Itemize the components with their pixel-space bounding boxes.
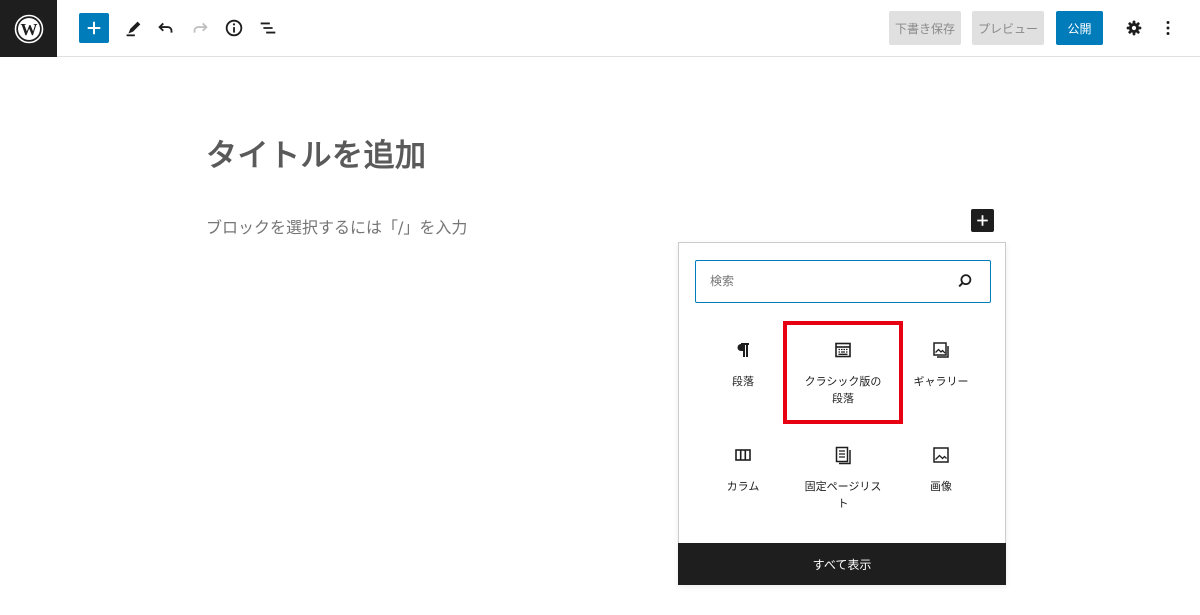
block-item-paragraph[interactable]: 段落 xyxy=(693,323,793,419)
page-list-icon xyxy=(832,444,854,466)
settings-button[interactable] xyxy=(1119,13,1149,43)
tools-button[interactable] xyxy=(118,13,148,43)
redo-button[interactable] xyxy=(185,13,215,43)
list-view-button[interactable] xyxy=(253,13,283,43)
more-options-button[interactable] xyxy=(1153,13,1183,43)
image-icon xyxy=(930,444,952,466)
plus-icon xyxy=(87,21,101,35)
editor-toolbar: W 下書き保存 プレビュー 公開 xyxy=(0,0,1200,57)
block-inserter-popover: 段落 クラシック版の段落 ギャラリー カラム xyxy=(678,242,1006,585)
redo-icon xyxy=(193,22,208,33)
wordpress-icon: W xyxy=(14,14,43,43)
plus-icon xyxy=(977,215,988,226)
block-item-label: 固定ページリスト xyxy=(804,480,882,510)
add-block-button[interactable] xyxy=(79,13,109,43)
block-search-input[interactable] xyxy=(696,261,946,301)
block-item-label: 画像 xyxy=(930,480,952,493)
gear-icon xyxy=(1126,20,1142,36)
block-item-label: クラシック版の段落 xyxy=(804,375,882,405)
info-icon xyxy=(225,19,243,37)
columns-icon xyxy=(732,444,754,466)
block-inserter-toggle[interactable] xyxy=(971,209,994,232)
list-view-icon xyxy=(260,22,276,34)
block-item-label: 段落 xyxy=(732,375,754,388)
pencil-icon xyxy=(126,21,141,37)
block-item-label: ギャラリー xyxy=(913,375,969,388)
block-item-page-list[interactable]: 固定ページリスト xyxy=(793,428,893,524)
block-item-image[interactable]: 画像 xyxy=(891,428,991,524)
block-item-columns[interactable]: カラム xyxy=(693,428,793,524)
more-vertical-icon xyxy=(1166,21,1170,35)
svg-text:W: W xyxy=(20,20,37,39)
block-search xyxy=(695,260,991,303)
block-item-classic[interactable]: クラシック版の段落 xyxy=(793,323,893,419)
search-icon xyxy=(958,274,972,288)
details-button[interactable] xyxy=(219,13,249,43)
block-item-gallery[interactable]: ギャラリー xyxy=(891,323,991,419)
block-appender-placeholder[interactable]: ブロックを選択するには「/」を入力 xyxy=(206,214,467,238)
wordpress-logo-button[interactable]: W xyxy=(0,0,57,57)
block-item-label: カラム xyxy=(726,480,760,493)
classic-icon xyxy=(832,339,854,361)
show-all-button[interactable]: すべて表示 xyxy=(678,543,1006,585)
gallery-icon xyxy=(930,339,952,361)
publish-button[interactable]: 公開 xyxy=(1056,11,1103,45)
preview-button[interactable]: プレビュー xyxy=(972,11,1044,45)
post-title[interactable]: タイトルを追加 xyxy=(206,130,427,175)
save-draft-button[interactable]: 下書き保存 xyxy=(889,11,961,45)
undo-button[interactable] xyxy=(151,13,181,43)
paragraph-icon xyxy=(732,339,754,361)
undo-icon xyxy=(158,22,173,33)
